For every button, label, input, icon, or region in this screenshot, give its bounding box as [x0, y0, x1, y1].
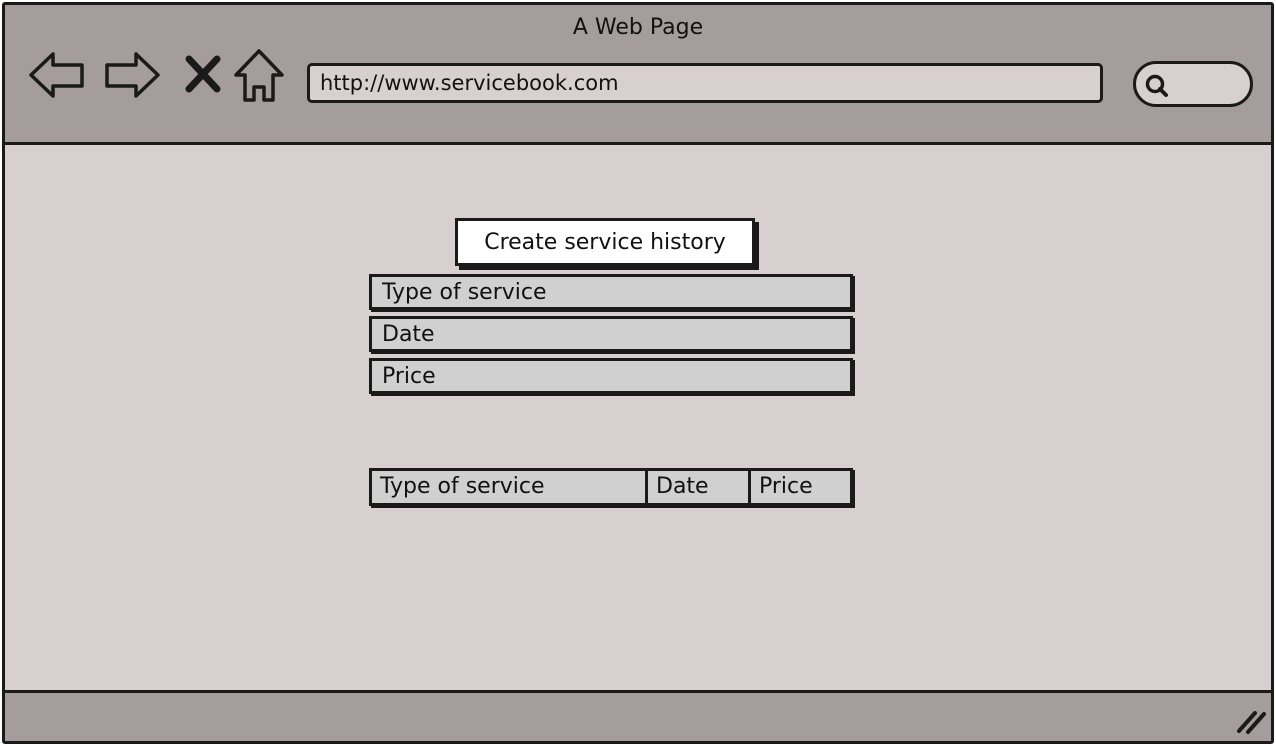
- service-history-table-header: Type of service Date Price: [369, 468, 853, 506]
- page-content: Create service history Type of service D…: [5, 148, 1271, 690]
- search-field[interactable]: [1133, 61, 1253, 107]
- price-input[interactable]: [369, 358, 853, 394]
- create-service-history-button[interactable]: Create service history: [455, 218, 755, 266]
- resize-grip-icon[interactable]: [1233, 705, 1267, 735]
- column-header-type-of-service: Type of service: [380, 474, 545, 499]
- back-arrow-icon[interactable]: [27, 45, 87, 105]
- type-of-service-input[interactable]: [369, 274, 853, 310]
- date-input[interactable]: [369, 316, 853, 352]
- column-header-date: Date: [645, 471, 748, 503]
- browser-toolbar: A Web Page http://www.servicebook.com: [5, 5, 1271, 145]
- column-header-price: Price: [748, 471, 850, 503]
- close-icon[interactable]: [173, 45, 233, 105]
- status-bar: [5, 690, 1271, 741]
- forward-arrow-icon[interactable]: [102, 45, 162, 105]
- home-icon[interactable]: [229, 45, 289, 105]
- url-input[interactable]: http://www.servicebook.com: [307, 63, 1103, 103]
- search-icon: [1145, 74, 1168, 97]
- browser-window: A Web Page http://www.servicebook.com Cr…: [2, 2, 1274, 744]
- window-title: A Web Page: [572, 15, 704, 40]
